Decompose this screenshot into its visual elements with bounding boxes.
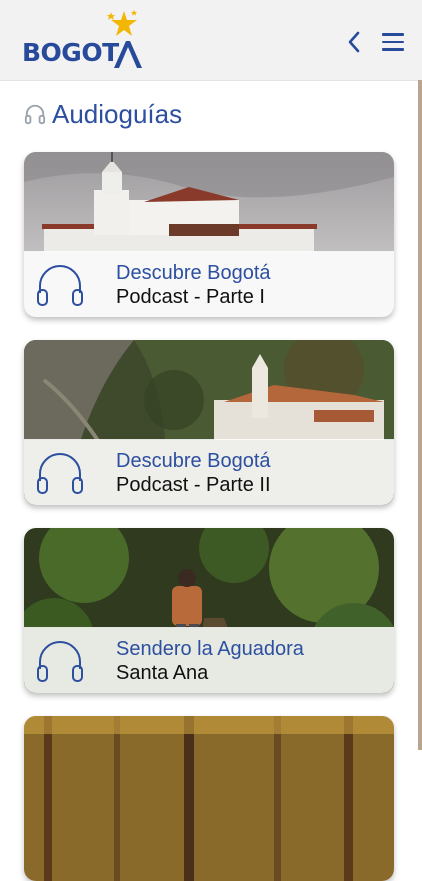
bogota-logo[interactable]: BOGOT — [22, 10, 147, 74]
logo-text: BOGOT — [22, 38, 119, 67]
card-subtitle: Podcast - Parte II — [116, 474, 271, 496]
card-info-overlay: Descubre Bogotá Podcast - Parte I — [24, 251, 394, 317]
audioguide-card-1[interactable]: Descubre Bogotá Podcast - Parte I — [24, 152, 394, 317]
card-subtitle: Santa Ana — [116, 662, 209, 684]
logo-a-mark — [114, 41, 142, 68]
headphones-icon — [37, 265, 83, 306]
menu-bar — [382, 48, 404, 51]
card-image-forest — [24, 716, 394, 881]
menu-bar — [382, 33, 404, 36]
app-header: BOGOT — [0, 0, 422, 81]
headphones-icon — [37, 453, 83, 494]
card-subtitle: Podcast - Parte I — [116, 286, 265, 308]
headphones-icon — [24, 104, 46, 125]
card-title: Descubre Bogotá — [116, 450, 271, 472]
menu-bar — [382, 40, 404, 43]
hamburger-menu-icon[interactable] — [382, 33, 404, 51]
audioguide-card-4[interactable] — [24, 716, 394, 881]
card-info-overlay: Descubre Bogotá Podcast - Parte II — [24, 439, 394, 505]
section-title: Audioguías — [52, 98, 183, 129]
headphones-icon — [37, 641, 83, 682]
card-title: Sendero la Aguadora — [116, 638, 304, 660]
card-info-overlay: Sendero la Aguadora Santa Ana — [24, 627, 394, 693]
audioguide-card-3[interactable]: Sendero la Aguadora Santa Ana — [24, 528, 394, 693]
card-title: Descubre Bogotá — [116, 262, 271, 284]
section-header: Audioguías — [24, 98, 182, 130]
page-edge — [418, 80, 422, 750]
chevron-left-icon[interactable] — [344, 30, 364, 54]
audioguide-card-2[interactable]: Descubre Bogotá Podcast - Parte II — [24, 340, 394, 505]
